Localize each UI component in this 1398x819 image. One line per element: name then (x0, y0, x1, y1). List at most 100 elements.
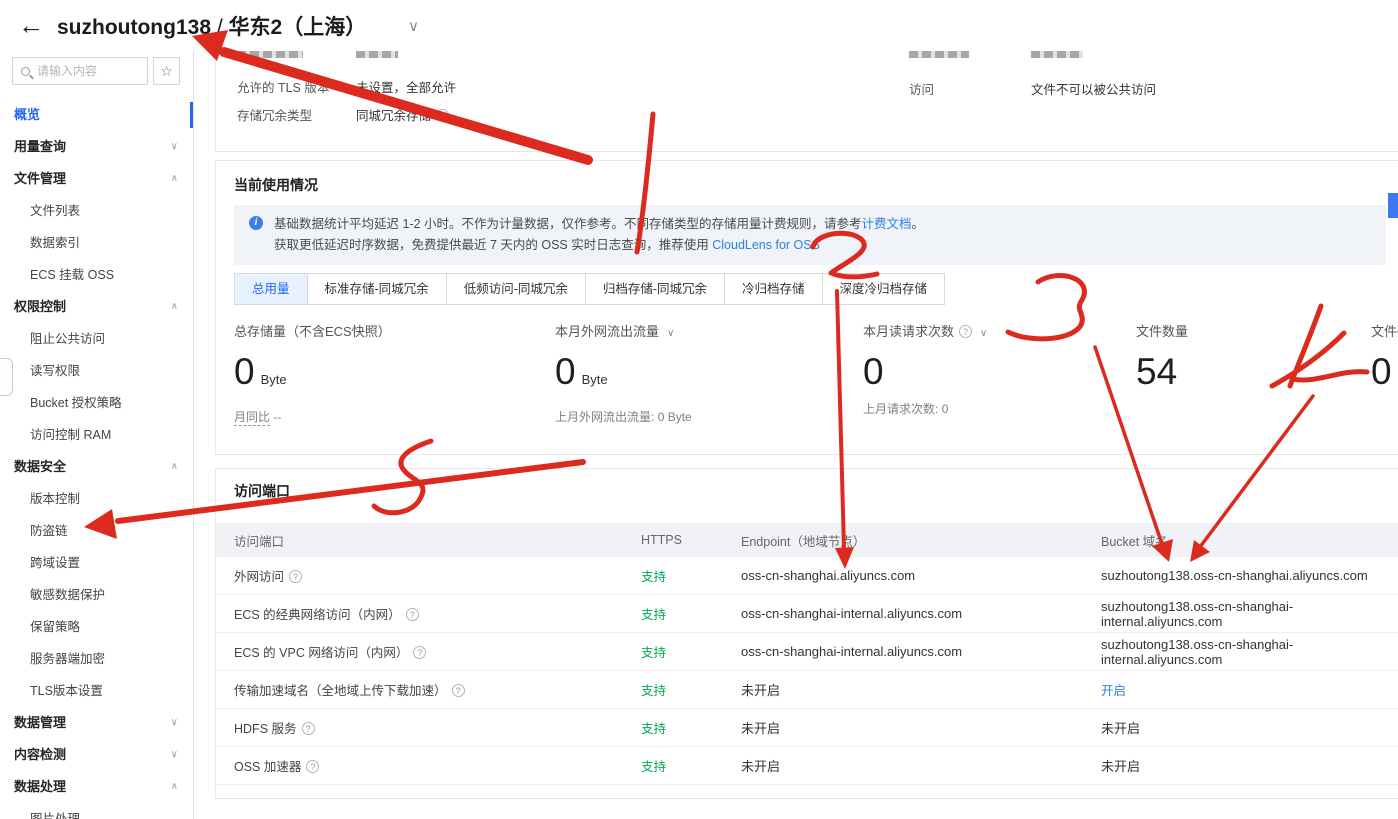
sidebar-item-sensitive-data-protection[interactable]: 敏感数据保护 (0, 579, 193, 611)
col-port: 访问端口 (234, 531, 641, 550)
sidebar-item-bucket-policy[interactable]: Bucket 授权策略 (0, 387, 193, 419)
col-https: HTTPS (641, 533, 741, 547)
oss-console-overview-page: 允许的 TLS 版本 未设置，全部允许 存储冗余类型 同城冗余存储? 访问 文件… (0, 0, 1398, 819)
sidebar-item-cors[interactable]: 跨域设置 (0, 547, 193, 579)
info-icon: i (249, 216, 263, 230)
sidebar-item-block-public-access[interactable]: 阻止公共访问 (0, 323, 193, 355)
sidebar-item-retention-policy[interactable]: 保留策略 (0, 611, 193, 643)
help-icon[interactable]: ? (289, 570, 302, 583)
enable-transfer-acceleration-link[interactable]: 开启 (1101, 680, 1398, 699)
chevron-down-icon: ∨ (171, 131, 178, 163)
sidebar-item-data-index[interactable]: 数据索引 (0, 227, 193, 259)
sidebar-item-server-side-encryption[interactable]: 服务器端加密 (0, 643, 193, 675)
stat-object-count: 文件数量 54 (1136, 321, 1188, 391)
sidebar-item-data-management[interactable]: 数据管理∨ (0, 707, 193, 739)
sidebar-item-content-moderation[interactable]: 内容检测∨ (0, 739, 193, 771)
sidebar-item-usage-query[interactable]: 用量查询∨ (0, 131, 193, 163)
port-name: ECS 的经典网络访问（内网）? (234, 604, 641, 623)
help-icon[interactable]: ? (406, 608, 419, 621)
clipped-row-fragment (356, 51, 398, 58)
https-supported: 支持 (641, 642, 741, 661)
sidebar-item-ram-access-control[interactable]: 访问控制 RAM (0, 419, 193, 451)
port-name: 传输加速域名（全地域上传下载加速）? (234, 680, 641, 699)
sidebar-item-ecs-mount-oss[interactable]: ECS 挂载 OSS (0, 259, 193, 291)
endpoint-value: oss-cn-shanghai-internal.aliyuncs.com (741, 606, 1101, 621)
notice-line-1: 基础数据统计平均延迟 1-2 小时。不作为计量数据，仅作参考。不同存储类型的存储… (274, 213, 924, 232)
search-box[interactable] (12, 57, 148, 85)
sidebar-item-overview[interactable]: 概览 (0, 99, 193, 131)
tab-ia-zrs[interactable]: 低频访问-同城冗余 (446, 273, 586, 305)
tab-total-usage[interactable]: 总用量 (234, 273, 308, 305)
bucket-domain-value: 未开启 (1101, 756, 1398, 775)
sidebar-item-permission-control[interactable]: 权限控制∧ (0, 291, 193, 323)
https-supported: 支持 (641, 566, 741, 585)
help-icon[interactable]: ? (302, 722, 315, 735)
sidebar-item-versioning[interactable]: 版本控制 (0, 483, 193, 515)
bucket-domain-value: 未开启 (1101, 718, 1398, 737)
stat-value: 0Byte (555, 353, 692, 399)
stat-value: 0Byte (234, 353, 391, 399)
floating-panel-handle[interactable] (1388, 193, 1398, 218)
sidebar-item-data-processing[interactable]: 数据处理∧ (0, 771, 193, 803)
chevron-down-icon: ∨ (171, 707, 178, 739)
help-icon[interactable]: ? (452, 684, 465, 697)
stat-total-storage: 总存储量（不含ECS快照） 0Byte 月同比 -- (234, 321, 391, 425)
sidebar-divider (193, 50, 194, 819)
sidebar: ☆ 概览 用量查询∨ 文件管理∧ 文件列表 数据索引 ECS 挂载 OSS 权限… (0, 50, 193, 819)
help-icon[interactable]: ? (413, 646, 426, 659)
tab-deep-cold-archive[interactable]: 深度冷归档存储 (822, 273, 946, 305)
stat-value: 0 (863, 353, 987, 391)
redundancy-type-label: 存储冗余类型 (237, 105, 312, 124)
sidebar-item-file-list[interactable]: 文件列表 (0, 195, 193, 227)
chevron-up-icon: ∧ (171, 163, 178, 195)
usage-section-title: 当前使用情况 (234, 175, 318, 195)
col-endpoint: Endpoint（地域节点） (741, 531, 1101, 550)
back-icon[interactable]: ← (18, 10, 44, 41)
table-row: OSS 加速器? 支持 未开启 未开启 (216, 747, 1398, 785)
stat-label: 文件碎片 (1371, 321, 1398, 341)
sidebar-item-file-management[interactable]: 文件管理∧ (0, 163, 193, 195)
sidebar-item-read-write-permission[interactable]: 读写权限 (0, 355, 193, 387)
chevron-up-icon: ∧ (171, 291, 178, 323)
drawer-handle[interactable] (0, 358, 13, 396)
access-value: 文件不可以被公共访问 (1031, 79, 1156, 98)
chevron-down-icon: ∨ (171, 739, 178, 771)
help-icon[interactable]: ? (306, 760, 319, 773)
endpoint-value: 未开启 (741, 718, 1101, 737)
table-row: ECS 的 VPC 网络访问（内网）? 支持 oss-cn-shanghai-i… (216, 633, 1398, 671)
tab-cold-archive[interactable]: 冷归档存储 (724, 273, 823, 305)
table-row: 传输加速域名（全地域上传下载加速）? 支持 未开启 开启 (216, 671, 1398, 709)
port-name: HDFS 服务? (234, 718, 641, 737)
favorite-button[interactable]: ☆ (153, 57, 180, 85)
table-row: ECS 的经典网络访问（内网）? 支持 oss-cn-shanghai-inte… (216, 595, 1398, 633)
endpoint-value: oss-cn-shanghai.aliyuncs.com (741, 568, 1101, 583)
chevron-down-icon[interactable]: ∨ (980, 328, 987, 339)
sidebar-item-tls-version[interactable]: TLS版本设置 (0, 675, 193, 707)
sidebar-menu: 概览 用量查询∨ 文件管理∧ 文件列表 数据索引 ECS 挂载 OSS 权限控制… (0, 99, 193, 819)
help-icon[interactable]: ? (959, 325, 972, 338)
bucket-domain-value: suzhoutong138.oss-cn-shanghai-internal.a… (1101, 637, 1398, 667)
stat-label: 总存储量（不含ECS快照） (234, 321, 391, 341)
ports-table-header: 访问端口 HTTPS Endpoint（地域节点） Bucket 域名 (216, 523, 1398, 557)
chevron-down-icon[interactable]: ∨ (408, 17, 419, 35)
tab-archive-zrs[interactable]: 归档存储-同城冗余 (585, 273, 725, 305)
storage-type-tabs: 总用量 标准存储-同城冗余 低频访问-同城冗余 归档存储-同城冗余 冷归档存储 … (234, 273, 945, 305)
tab-standard-zrs[interactable]: 标准存储-同城冗余 (307, 273, 447, 305)
help-icon[interactable]: ? (436, 109, 449, 122)
bucket-region: 华东2（上海） (229, 16, 367, 39)
sidebar-item-data-security[interactable]: 数据安全∧ (0, 451, 193, 483)
stat-value: 54 (1136, 353, 1188, 391)
chevron-down-icon[interactable]: ∨ (667, 328, 674, 339)
cloudlens-link[interactable]: CloudLens for OSS (712, 238, 820, 252)
bucket-domain-value: suzhoutong138.oss-cn-shanghai.aliyuncs.c… (1101, 568, 1398, 583)
title-separator: / (217, 16, 223, 39)
search-input[interactable] (37, 64, 137, 78)
notice-line-2: 获取更低延迟时序数据，免费提供最近 7 天内的 OSS 实时日志查询，推荐使用 … (274, 234, 820, 253)
sidebar-item-image-processing[interactable]: 图片处理 (0, 803, 193, 819)
https-supported: 支持 (641, 604, 741, 623)
stat-value: 0 (1371, 353, 1398, 391)
stat-outbound-traffic: 本月外网流出流量∨ 0Byte 上月外网流出流量: 0 Byte (555, 321, 692, 425)
search-icon (21, 67, 30, 76)
billing-doc-link[interactable]: 计费文档 (862, 217, 912, 231)
sidebar-item-hotlink-protection[interactable]: 防盗链 (0, 515, 193, 547)
